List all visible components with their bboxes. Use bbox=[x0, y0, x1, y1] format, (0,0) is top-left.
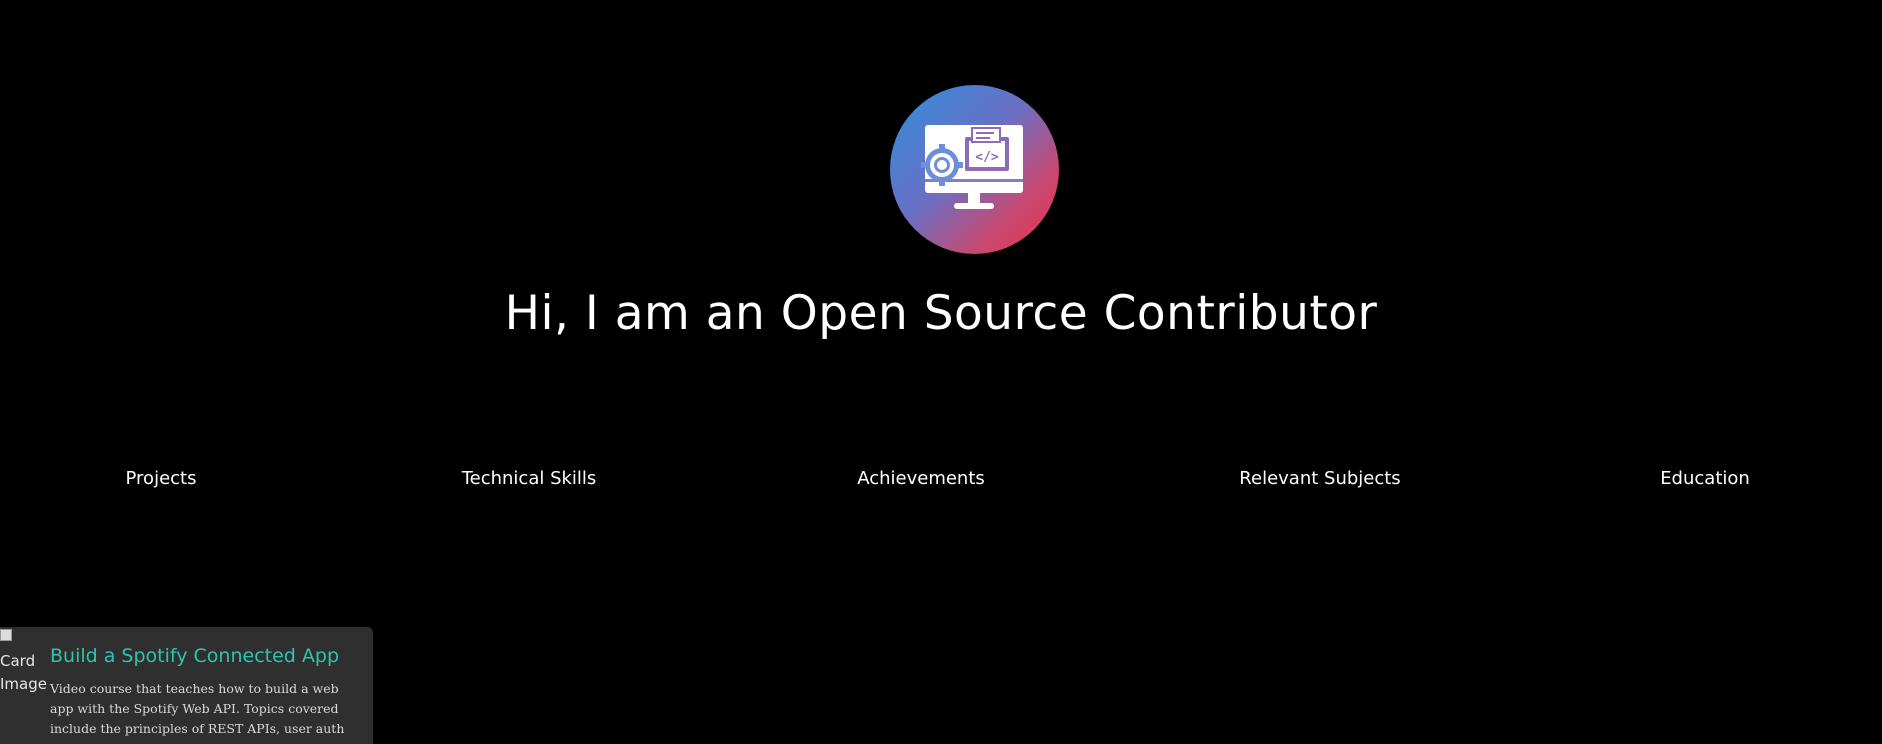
nav-item-achievements[interactable]: Achievements bbox=[857, 468, 985, 489]
nav-item-technical-skills[interactable]: Technical Skills bbox=[462, 468, 597, 489]
nav-item-education[interactable]: Education bbox=[1660, 468, 1750, 489]
page-title: Hi, I am an Open Source Contributor bbox=[504, 286, 1378, 341]
portfolio-page: </> Hi, I am an Open Source Contributor … bbox=[0, 0, 1882, 744]
card-title[interactable]: Build a Spotify Connected App bbox=[50, 645, 339, 667]
svg-text:</>: </> bbox=[975, 150, 999, 165]
project-card[interactable]: Card Image Build a Spotify Connected App… bbox=[0, 627, 373, 744]
nav-item-relevant-subjects[interactable]: Relevant Subjects bbox=[1239, 468, 1400, 489]
card-description: Video course that teaches how to build a… bbox=[50, 681, 345, 744]
monitor-code-gear-icon: </> bbox=[890, 85, 1059, 254]
card-image: Card Image bbox=[0, 627, 47, 696]
card-image-alt: Card Image bbox=[0, 652, 47, 693]
nav-item-projects[interactable]: Projects bbox=[126, 468, 197, 489]
broken-image-icon bbox=[0, 629, 12, 641]
section-nav: Projects Technical Skills Achievements R… bbox=[0, 468, 1882, 498]
